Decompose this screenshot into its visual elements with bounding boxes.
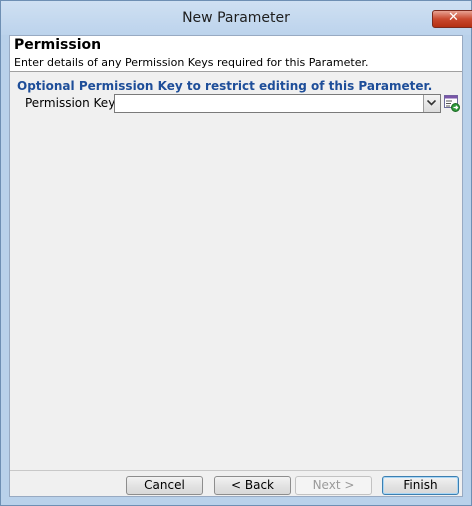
- next-button[interactable]: Next >: [295, 476, 372, 495]
- dialog-client-area: Permission Enter details of any Permissi…: [9, 35, 463, 497]
- dropdown-button[interactable]: [423, 95, 440, 112]
- back-button[interactable]: < Back: [214, 476, 291, 495]
- wizard-header: Permission Enter details of any Permissi…: [10, 36, 462, 72]
- lookup-icon[interactable]: [444, 95, 460, 112]
- page-description: Enter details of any Permission Keys req…: [14, 56, 369, 69]
- dialog-window: New Parameter ✕ Permission Enter details…: [0, 0, 472, 506]
- close-icon: ✕: [448, 10, 459, 25]
- permission-key-combobox[interactable]: [114, 94, 441, 113]
- window-title: New Parameter: [182, 10, 290, 26]
- page-title: Permission: [14, 37, 102, 53]
- chevron-down-icon: [427, 100, 436, 106]
- footer-divider: [10, 470, 462, 471]
- close-button[interactable]: ✕: [432, 10, 472, 28]
- section-heading: Optional Permission Key to restrict edit…: [17, 79, 433, 93]
- title-bar[interactable]: New Parameter ✕: [1, 1, 472, 35]
- cancel-button[interactable]: Cancel: [126, 476, 203, 495]
- permission-key-label: Permission Key:: [25, 96, 119, 110]
- finish-button[interactable]: Finish: [382, 476, 459, 495]
